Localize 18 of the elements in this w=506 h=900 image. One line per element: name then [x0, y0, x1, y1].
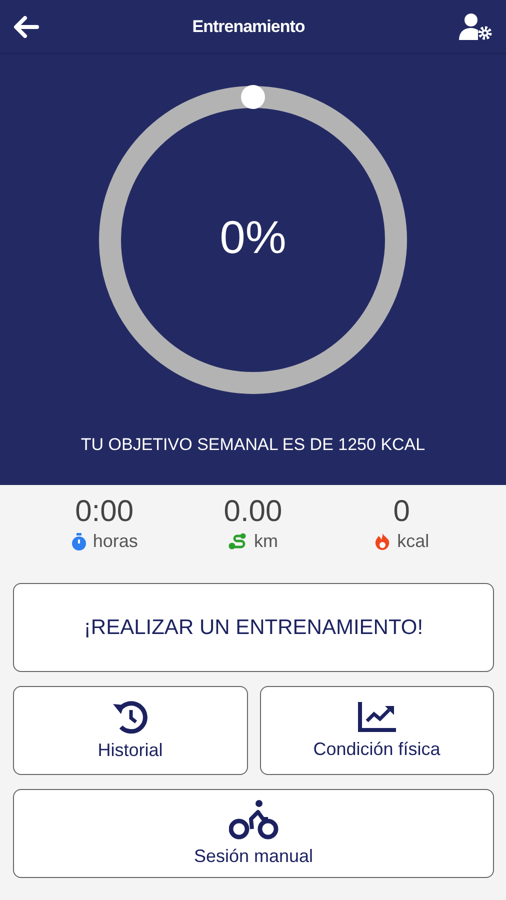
stat-value: 0:00 — [75, 495, 134, 529]
back-arrow-icon[interactable] — [13, 16, 39, 38]
stat-value: 0.00 — [224, 495, 282, 529]
user-settings-icon[interactable] — [458, 12, 494, 40]
fitness-button[interactable]: Condición física — [260, 686, 494, 775]
stat-value: 0 — [393, 495, 410, 529]
stat-unit: kcal — [397, 531, 430, 552]
manual-session-button[interactable]: Sesión manual — [13, 789, 494, 878]
progress-percent: 0% — [218, 210, 288, 264]
history-button[interactable]: Historial — [13, 686, 248, 775]
chart-trend-icon — [356, 701, 397, 733]
stat-unit: horas — [92, 531, 138, 552]
stat-unit: km — [254, 531, 278, 552]
weekly-goal-text: TU OBJETIVO SEMANAL ES DE 1250 KCAL — [80, 435, 426, 455]
start-training-button[interactable]: ¡REALIZAR UN ENTRENAMIENTO! — [13, 583, 494, 672]
cyclist-icon — [228, 800, 278, 840]
history-icon — [112, 700, 148, 734]
screen-title: Entrenamiento — [192, 16, 305, 36]
